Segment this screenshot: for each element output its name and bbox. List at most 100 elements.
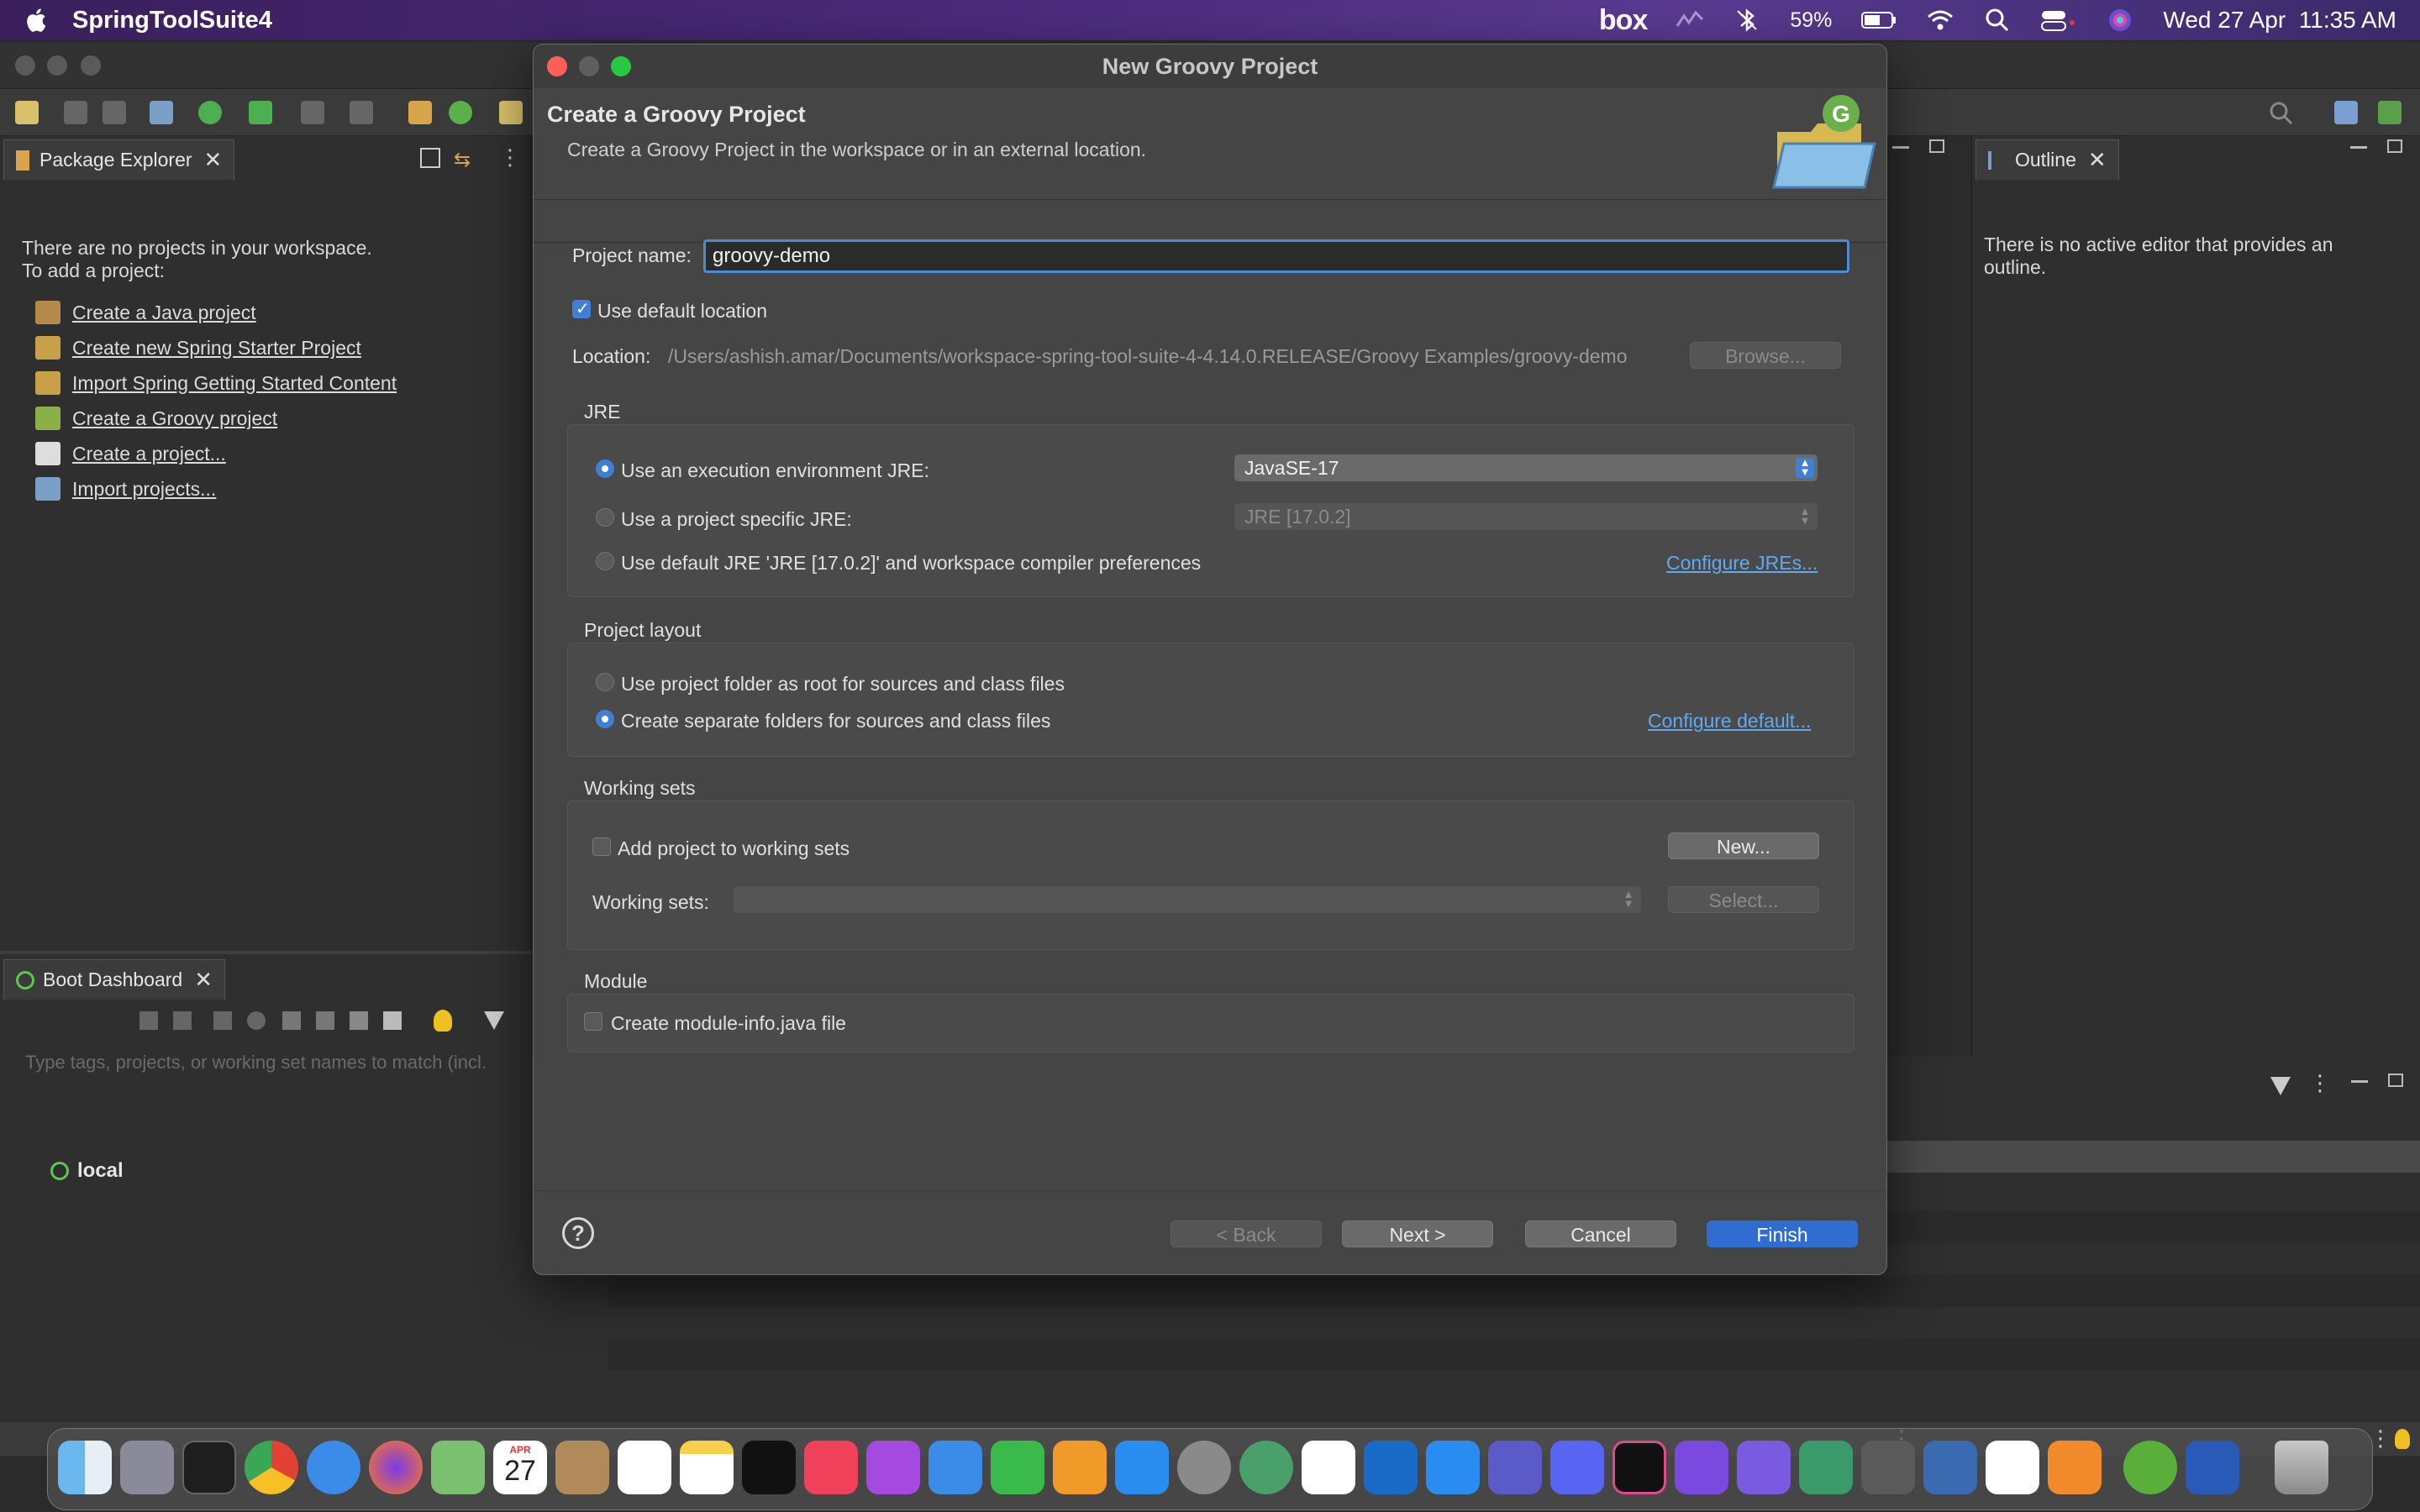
apple-tv-icon[interactable] [742,1441,796,1494]
console-icon[interactable] [282,1011,301,1030]
cancel-button[interactable]: Cancel [1525,1221,1676,1247]
viber-icon[interactable] [1737,1441,1791,1494]
filter-icon[interactable] [2270,1077,2291,1095]
control-center-icon[interactable] [2040,6,2077,34]
new-working-set-button[interactable]: New... [1668,832,1819,859]
minimize-icon[interactable] [2351,1080,2368,1083]
project-specific-jre-select[interactable]: JRE [17.0.2] ▲ ▼ [1234,503,1818,530]
perspective-java-icon[interactable] [2334,101,2358,124]
close-icon[interactable]: ✕ [204,147,223,173]
refresh-icon[interactable] [449,101,472,124]
default-jre-radio[interactable] [596,552,614,570]
reminders-icon[interactable] [618,1441,671,1494]
network-app-icon[interactable] [1239,1441,1293,1494]
folder-as-root-radio[interactable] [596,673,614,691]
numbers-icon[interactable] [991,1441,1044,1494]
link-create-groovy-project[interactable]: Create a Groovy project [35,407,277,430]
zoom-icon[interactable] [1426,1441,1480,1494]
configure-jres-link[interactable]: Configure JREs... [1666,552,1818,575]
run-config-icon[interactable] [249,101,272,124]
properties-icon[interactable] [383,1011,402,1030]
pages-icon[interactable] [1053,1441,1107,1494]
wifi-icon[interactable] [1926,6,1954,34]
feather-app-icon[interactable] [1861,1441,1915,1494]
discord-icon[interactable] [1550,1441,1604,1494]
save-all-icon[interactable] [103,101,126,124]
tab-package-explorer[interactable]: Package Explorer ✕ [3,139,235,180]
restart-icon[interactable] [173,1011,192,1030]
project-name-input[interactable] [703,239,1849,273]
use-default-location-checkbox[interactable] [572,298,591,319]
keynote-icon[interactable] [929,1441,982,1494]
launchpad-icon[interactable] [120,1441,174,1494]
maps-icon[interactable] [431,1441,485,1494]
configure-default-link[interactable]: Configure default... [1648,710,1811,732]
terminal-icon[interactable] [182,1441,236,1494]
view-menu-icon[interactable]: ⋮ [499,144,521,171]
help-button[interactable]: ? [562,1217,594,1249]
create-module-info-checkbox[interactable] [584,1012,602,1031]
separate-folders-radio[interactable] [596,710,614,728]
box-icon[interactable]: box [1599,4,1648,37]
link-label[interactable]: Create a project... [72,443,226,465]
close-icon[interactable]: ✕ [194,967,213,993]
contacts-icon[interactable] [555,1441,609,1494]
back-button[interactable]: < Back [1171,1221,1322,1247]
finder-icon[interactable] [58,1441,112,1494]
filter-icon[interactable] [484,1011,504,1030]
boot-filter-input[interactable]: Type tags, projects, or working set name… [25,1052,487,1074]
trash-icon[interactable] [2275,1441,2328,1494]
github-icon[interactable] [1675,1441,1728,1494]
mongodb-icon[interactable] [1986,1441,2039,1494]
bluetooth-icon[interactable] [1733,6,1761,34]
start-icon[interactable] [139,1011,158,1030]
deploy-icon[interactable] [350,101,373,124]
chrome-icon[interactable] [245,1441,298,1494]
maximize-icon[interactable] [2388,1074,2403,1087]
minimize-icon[interactable] [2350,146,2367,149]
stop-icon[interactable] [301,101,324,124]
layers-app-icon[interactable] [1799,1441,1853,1494]
working-sets-select[interactable]: ▲ ▼ [734,886,1641,913]
ide-zoom-button[interactable] [81,55,101,76]
search-icon[interactable] [2269,101,2294,126]
exec-env-radio[interactable] [596,459,614,478]
view-menu-icon[interactable]: ⋮ [2309,1070,2331,1096]
open-browser-icon[interactable] [247,1011,266,1030]
link-label[interactable]: Create new Spring Starter Project [72,337,361,360]
project-specific-jre-radio[interactable] [596,508,614,527]
exec-env-select[interactable]: JavaSE-17 ▲ ▼ [1234,454,1818,481]
perspective-spring-icon[interactable] [2378,101,2402,124]
browse-button[interactable]: Browse... [1690,342,1841,369]
teams-icon[interactable] [1488,1441,1542,1494]
close-icon[interactable]: ✕ [2088,147,2107,173]
link-create-project[interactable]: Create a project... [35,442,226,465]
ide-close-button[interactable] [15,55,35,76]
notes-icon[interactable] [680,1441,734,1494]
apple-icon[interactable] [24,7,47,34]
add-to-working-sets-checkbox[interactable] [592,837,611,856]
ide-minimize-button[interactable] [47,55,67,76]
spotlight-search-icon[interactable] [1983,6,2012,34]
local-target[interactable]: local [50,1159,124,1183]
next-button[interactable]: Next > [1342,1221,1493,1247]
run-icon[interactable] [198,101,222,124]
table-row[interactable] [608,1275,2420,1307]
spring-tool-suite-icon[interactable] [2123,1441,2177,1494]
save-icon[interactable] [64,101,87,124]
lightbulb-icon[interactable] [2395,1429,2410,1449]
expose-icon[interactable] [316,1011,334,1030]
link-editor-icon[interactable]: ⇆ [454,148,476,171]
link-create-spring-starter[interactable]: Create new Spring Starter Project [35,336,361,360]
safari-icon[interactable] [307,1441,360,1494]
link-label[interactable]: Import projects... [72,478,216,501]
slack-icon[interactable] [1302,1441,1355,1494]
link-label[interactable]: Create a Groovy project [72,407,277,430]
collapse-all-icon[interactable] [420,148,440,168]
postgresql-icon[interactable] [1923,1441,1977,1494]
stop-icon[interactable] [213,1011,232,1030]
app-store-icon[interactable] [1115,1441,1169,1494]
lightbulb-icon[interactable] [434,1010,452,1032]
link-import-projects[interactable]: Import projects... [35,477,216,501]
siri-icon[interactable] [2106,6,2134,34]
